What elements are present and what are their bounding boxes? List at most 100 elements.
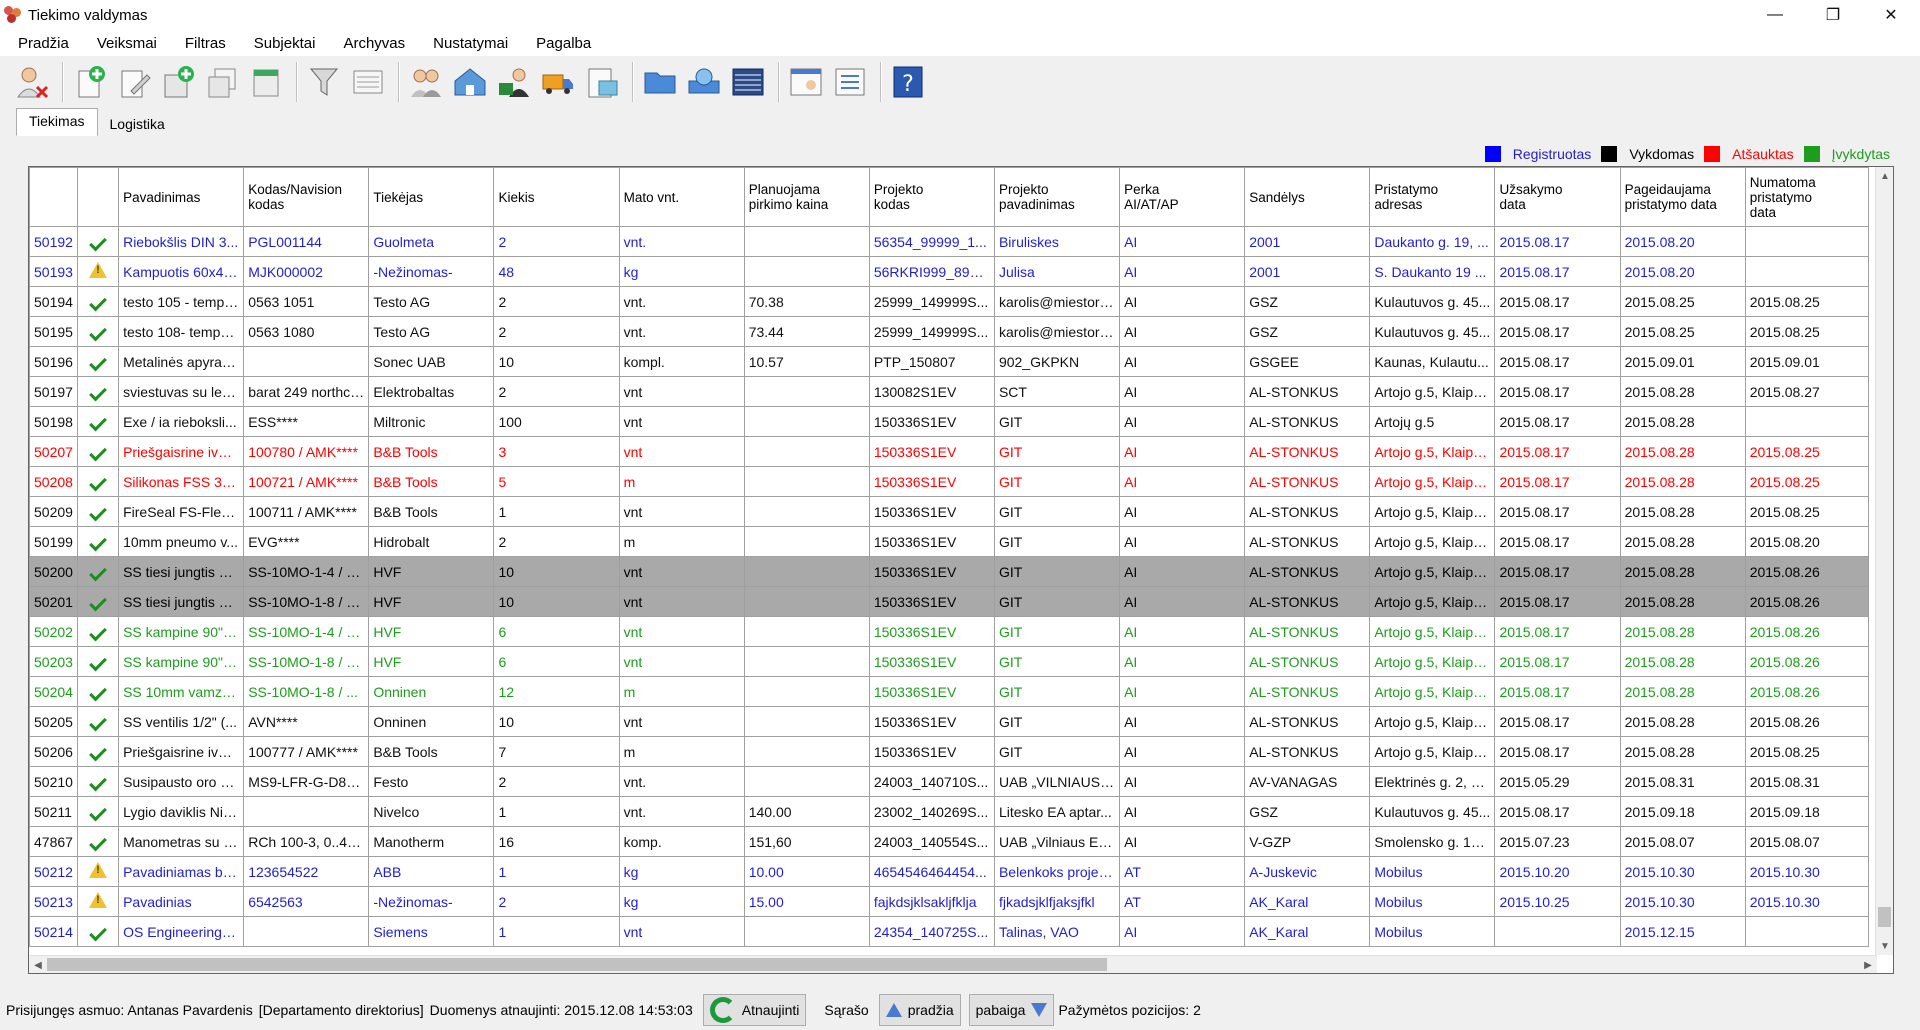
column-header[interactable]: Kiekis — [493, 167, 620, 227]
column-header[interactable]: Sandėlys — [1244, 167, 1371, 227]
menu-subjektai[interactable]: Subjektai — [244, 35, 326, 52]
scroll-right-icon[interactable]: ▶ — [1859, 956, 1877, 973]
table-cell: AI — [1119, 436, 1246, 467]
table-cell: Susipausto oro p... — [118, 766, 245, 797]
details-list-button[interactable] — [830, 60, 870, 104]
horizontal-scroll-thumb[interactable] — [47, 958, 1107, 971]
table-row[interactable]: 50205 SS ventilis 1/2" (... AVN**** Onninen… — [29, 706, 1870, 737]
column-header[interactable]: Pageidaujama pristatymo data — [1619, 167, 1746, 227]
restore-button[interactable]: ❐ — [1804, 0, 1862, 30]
vertical-scroll-thumb[interactable] — [1878, 907, 1891, 927]
table-row[interactable]: 50214 OS Engineering 6... Siemens 1 vnt 24354… — [29, 916, 1870, 947]
logistics-button[interactable] — [538, 60, 578, 104]
table-cell: 6 — [493, 646, 620, 677]
table-cell: vnt — [618, 496, 745, 527]
list-view-button[interactable] — [348, 60, 388, 104]
table-row[interactable]: 50195 testo 108- temper... 0563 1080 Testo … — [29, 316, 1870, 347]
table-row[interactable]: 50198 Exe / ia rieboksli... ESS**** Miltron… — [29, 406, 1870, 437]
table-cell: 2015.08.07 — [1744, 826, 1870, 857]
table-row[interactable]: 50199 10mm pneumo v... EVG**** Hidrobalt 2 m 1… — [29, 526, 1870, 557]
table-row[interactable]: 50202 SS kampine 90" j... SS-10MO-1-4 / H.… — [29, 616, 1870, 647]
table-cell: Belenkoks projek... — [993, 856, 1121, 887]
supplier-button[interactable] — [494, 60, 534, 104]
table-cell: SS-10MO-1-8 / H... — [243, 646, 370, 677]
duplicate-button[interactable] — [202, 60, 242, 104]
refresh-button[interactable]: Atnaujinti — [702, 994, 807, 1026]
menu-filtras[interactable]: Filtras — [175, 35, 236, 52]
list-end-button[interactable]: pabaiga — [968, 994, 1055, 1026]
column-header[interactable]: Užsakymo data — [1494, 167, 1621, 227]
warehouse-button[interactable] — [450, 60, 490, 104]
table-row[interactable]: 50206 Priešgaisrine ivor... 100777 / AMK**… — [29, 736, 1870, 767]
column-header[interactable]: Numatoma pristatymo data — [1744, 167, 1870, 227]
scroll-up-icon[interactable]: ▲ — [1876, 167, 1893, 185]
table-row[interactable]: 50204 SS 10mm vamzd... SS-10MO-1-8 / ... On… — [29, 676, 1870, 707]
table-row[interactable]: 50197 sviestuvas su lem... barat 249 north… — [29, 376, 1870, 407]
table-row[interactable]: 50212 Pavadiniamas bel...123654522ABB1kg1… — [29, 856, 1870, 887]
column-header[interactable]: Kodas/Navision kodas — [243, 167, 370, 227]
checkmark-icon — [89, 803, 107, 821]
table-row[interactable]: 47867 Manometras su m... RCh 100-3, 0..40.… — [29, 826, 1870, 857]
table-row[interactable]: 50196 Metalinės apyran... Sonec UAB 10 kompl… — [29, 346, 1870, 377]
refresh-label: Atnaujinti — [741, 1002, 800, 1018]
table-row[interactable]: 50207 Priešgaisrine ivor... 100780 / AMK**… — [29, 436, 1870, 467]
table-cell: 2015.08.28 — [1619, 406, 1746, 437]
menu-pradzia[interactable]: Pradžia — [8, 35, 79, 52]
filter-button[interactable] — [304, 60, 344, 104]
orders-grid[interactable]: Pavadinimas Kodas/Navision kodas Tiekėjas K… — [28, 166, 1894, 974]
row-id: 50207 — [29, 436, 79, 467]
scroll-left-icon[interactable]: ◀ — [29, 956, 47, 973]
new-document-button[interactable] — [70, 60, 110, 104]
minimize-button[interactable]: — — [1746, 0, 1804, 30]
table-row[interactable]: 50213 Pavadinias6542563-Nežinomas-2kg15.0… — [29, 886, 1870, 917]
table-row[interactable]: 50208 Silikonas FSS 30... 100721 / AMK****… — [29, 466, 1870, 497]
column-header[interactable]: Projekto kodas — [868, 167, 995, 227]
list-start-button[interactable]: pradžia — [878, 994, 961, 1026]
table-row[interactable]: 50209 FireSeal FS-Flex ... 100711 / AMK***… — [29, 496, 1870, 527]
table-row[interactable]: 50210 Susipausto oro p... MS9-LFR-G-D8-E..… — [29, 766, 1870, 797]
tab-tiekimas[interactable]: Tiekimas — [16, 108, 98, 136]
scroll-down-icon[interactable]: ▼ — [1876, 937, 1893, 955]
table-cell — [743, 556, 870, 587]
menu-veiksmai[interactable]: Veiksmai — [87, 35, 167, 52]
user-card-button[interactable] — [786, 60, 826, 104]
column-header[interactable] — [77, 167, 120, 227]
column-header[interactable]: Perka AI/AT/AP — [1119, 167, 1246, 227]
list-view-icon — [353, 70, 383, 94]
table-row[interactable]: 50211 Lygio daviklis Niv... Nivelco 1 vnt. 14… — [29, 796, 1870, 827]
status-cell — [77, 736, 120, 767]
table-row[interactable]: 50194 testo 105 - tempe... 0563 1051 Testo … — [29, 286, 1870, 317]
logout-user-button[interactable] — [12, 60, 52, 104]
column-header[interactable]: Mato vnt. — [618, 167, 745, 227]
column-header[interactable]: Pavadinimas — [118, 167, 245, 227]
users-button[interactable] — [406, 60, 446, 104]
close-button[interactable]: ✕ — [1862, 0, 1920, 30]
archive-button[interactable] — [246, 60, 286, 104]
edit-document-button[interactable] — [114, 60, 154, 104]
folder-button[interactable] — [640, 60, 680, 104]
grid-body: 50192 Riebokšlis DIN 3... PGL001144 Guolmet… — [29, 226, 1870, 947]
report-button[interactable] — [582, 60, 622, 104]
column-header[interactable]: Tiekėjas — [368, 167, 495, 227]
table-row[interactable]: 50201 SS tiesi jungtis 1/... SS-10MO-1-8 /… — [29, 586, 1870, 617]
menu-pagalba[interactable]: Pagalba — [526, 35, 601, 52]
column-header[interactable]: Planuojama pirkimo kaina — [743, 167, 870, 227]
table-row[interactable]: 50200 SS tiesi jungtis 1/... SS-10MO-1-4 /… — [29, 556, 1870, 587]
tab-logistika[interactable]: Logistika — [97, 110, 177, 136]
table-row[interactable]: 50192 Riebokšlis DIN 3... PGL001144 Guolmet… — [29, 226, 1870, 257]
toolbar-separator — [398, 62, 400, 102]
column-header[interactable]: Projekto pavadinimas — [993, 167, 1121, 227]
menu-archyvas[interactable]: Archyvas — [333, 35, 415, 52]
column-header[interactable]: Pristatymo adresas — [1369, 167, 1496, 227]
vertical-scrollbar[interactable]: ▲ ▼ — [1875, 167, 1893, 955]
menu-nustatymai[interactable]: Nustatymai — [423, 35, 518, 52]
table-view-button[interactable] — [728, 60, 768, 104]
horizontal-scrollbar[interactable]: ◀ ▶ — [29, 955, 1877, 973]
table-row[interactable]: 50193 Kampuotis 60x40...MJK000002-Nežinom… — [29, 256, 1870, 287]
copy-document-button[interactable] — [158, 60, 198, 104]
table-row[interactable]: 50203 SS kampine 90" j... SS-10MO-1-8 / H.… — [29, 646, 1870, 677]
table-cell: 123654522 — [243, 856, 370, 887]
network-button[interactable] — [684, 60, 724, 104]
column-header[interactable] — [29, 167, 79, 227]
help-button[interactable]: ? — [888, 60, 928, 104]
